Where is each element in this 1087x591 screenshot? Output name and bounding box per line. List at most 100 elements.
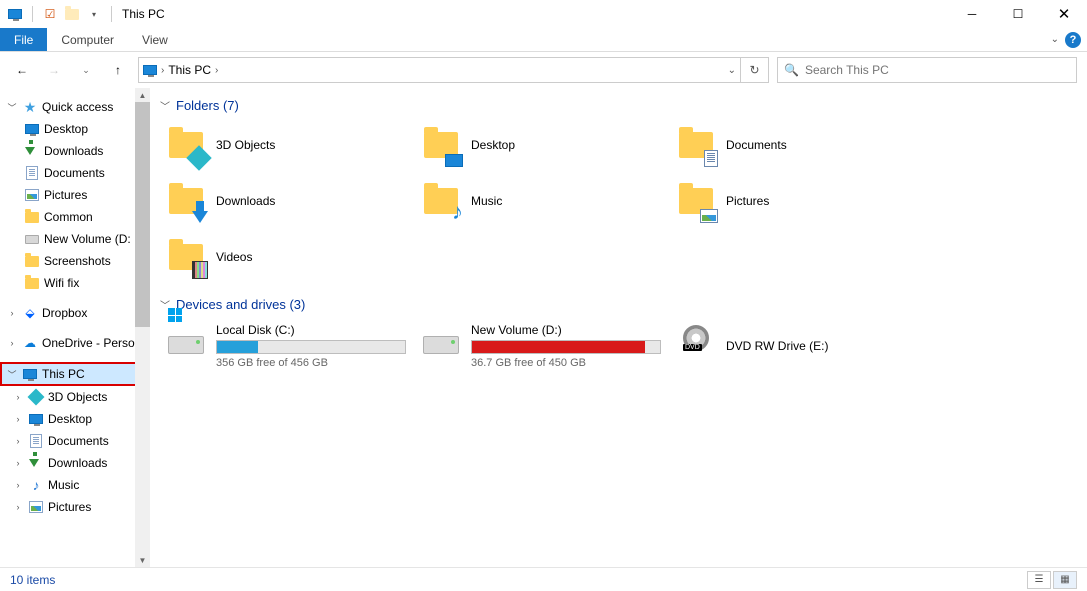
back-button[interactable]: ← bbox=[10, 58, 34, 82]
search-input[interactable] bbox=[805, 63, 1070, 77]
capacity-bar bbox=[216, 340, 406, 354]
chevron-down-icon[interactable]: ﹀ bbox=[6, 101, 18, 114]
folders-group-header[interactable]: ﹀ Folders (7) bbox=[160, 98, 1087, 113]
sidebar-item-common[interactable]: Common bbox=[0, 206, 150, 228]
sidebar-item-label: Downloads bbox=[44, 144, 103, 158]
folder-icon bbox=[24, 253, 40, 269]
help-icon[interactable]: ? bbox=[1065, 32, 1081, 48]
ribbon-expand-icon[interactable]: ⌄ bbox=[1051, 34, 1059, 45]
chevron-right-icon[interactable]: › bbox=[12, 480, 24, 490]
up-button[interactable]: ↑ bbox=[106, 58, 130, 82]
sidebar-item-label: Desktop bbox=[48, 412, 92, 426]
chevron-right-icon[interactable]: › bbox=[12, 414, 24, 424]
close-button[interactable]: ✕ bbox=[1041, 0, 1087, 28]
sidebar-item-downloads[interactable]: › Downloads bbox=[0, 452, 150, 474]
folder-tile-pictures[interactable]: Pictures bbox=[670, 173, 925, 229]
toolbar-separator bbox=[111, 6, 112, 22]
drive-tile-dvd-rw-drive-e-[interactable]: DVDDVD RW Drive (E:) bbox=[670, 316, 925, 376]
sidebar-item-screenshots[interactable]: Screenshots bbox=[0, 250, 150, 272]
folder-tile-music[interactable]: ♪Music bbox=[415, 173, 670, 229]
refresh-button[interactable]: ↻ bbox=[741, 57, 769, 83]
folder-icon bbox=[166, 181, 206, 221]
sidebar-item-pictures[interactable]: Pictures⚲ bbox=[0, 184, 150, 206]
sidebar-dropbox[interactable]: › ⬙ Dropbox bbox=[0, 302, 150, 324]
quick-access-toolbar: ☑ ▾ bbox=[6, 5, 116, 23]
chevron-right-icon[interactable]: › bbox=[215, 65, 218, 76]
sidebar-item-label: Music bbox=[48, 478, 79, 492]
search-box[interactable]: 🔍 bbox=[777, 57, 1077, 83]
tab-file[interactable]: File bbox=[0, 28, 47, 51]
address-dropdown-icon[interactable]: ⌄ bbox=[728, 65, 736, 76]
sidebar-item-new-volume-d-[interactable]: New Volume (D: bbox=[0, 228, 150, 250]
sidebar-quick-access[interactable]: ﹀ ★ Quick access bbox=[0, 96, 150, 118]
sidebar-item-desktop[interactable]: Desktop⚲ bbox=[0, 118, 150, 140]
onedrive-icon: ☁ bbox=[22, 335, 38, 351]
recent-locations-button[interactable]: ⌄ bbox=[74, 58, 98, 82]
sidebar-item-3d-objects[interactable]: ›3D Objects bbox=[0, 386, 150, 408]
section-title: Folders (7) bbox=[176, 98, 239, 113]
chevron-right-icon[interactable]: › bbox=[12, 392, 24, 402]
monitor-icon bbox=[28, 411, 44, 427]
drive-tile-local-disk-c-[interactable]: Local Disk (C:) 356 GB free of 456 GB bbox=[160, 316, 415, 376]
folder-icon bbox=[24, 209, 40, 225]
tab-computer[interactable]: Computer bbox=[47, 28, 128, 51]
this-pc-icon bbox=[22, 366, 38, 382]
sidebar-item-label: Downloads bbox=[48, 456, 107, 470]
chevron-down-icon[interactable]: ﹀ bbox=[6, 368, 18, 381]
sidebar-this-pc[interactable]: ﹀ This PC bbox=[0, 362, 150, 386]
qat-properties-icon[interactable]: ☑ bbox=[41, 5, 59, 23]
chevron-right-icon[interactable]: › bbox=[6, 308, 18, 318]
minimize-button[interactable]: ─ bbox=[949, 0, 995, 28]
app-icon[interactable] bbox=[6, 5, 24, 23]
sidebar-item-documents[interactable]: Documents⚲ bbox=[0, 162, 150, 184]
chevron-down-icon[interactable]: ﹀ bbox=[160, 98, 170, 113]
capacity-bar bbox=[471, 340, 661, 354]
scrollbar-thumb[interactable] bbox=[135, 102, 150, 327]
maximize-button[interactable]: ☐ bbox=[995, 0, 1041, 28]
folder-icon bbox=[676, 181, 716, 221]
drive-icon bbox=[24, 231, 40, 247]
folder-tile-3d-objects[interactable]: 3D Objects bbox=[160, 117, 415, 173]
folder-label: Desktop bbox=[471, 138, 515, 152]
chevron-right-icon[interactable]: › bbox=[12, 502, 24, 512]
sidebar-item-label: Desktop bbox=[44, 122, 88, 136]
folder-tile-videos[interactable]: Videos bbox=[160, 229, 415, 285]
sidebar-onedrive[interactable]: › ☁ OneDrive - Person bbox=[0, 332, 150, 354]
ribbon-tabs: File Computer View ⌄ ? bbox=[0, 28, 1087, 52]
qat-customize-icon[interactable]: ▾ bbox=[85, 5, 103, 23]
qat-new-folder-icon[interactable] bbox=[63, 5, 81, 23]
drives-group-header[interactable]: ﹀ Devices and drives (3) bbox=[160, 297, 1087, 312]
folder-tile-downloads[interactable]: Downloads bbox=[160, 173, 415, 229]
this-pc-icon bbox=[143, 65, 157, 75]
dropbox-icon: ⬙ bbox=[22, 305, 38, 321]
address-bar[interactable]: › This PC › ⌄ bbox=[138, 57, 741, 83]
sidebar-item-desktop[interactable]: › Desktop bbox=[0, 408, 150, 430]
scroll-down-icon[interactable]: ▼ bbox=[135, 553, 150, 567]
sidebar-item-wifi-fix[interactable]: Wifi fix bbox=[0, 272, 150, 294]
content-pane: ﹀ Folders (7) 3D Objects Desktop Documents… bbox=[150, 88, 1087, 567]
folder-tile-desktop[interactable]: Desktop bbox=[415, 117, 670, 173]
chevron-right-icon[interactable]: › bbox=[12, 436, 24, 446]
tab-view[interactable]: View bbox=[128, 28, 182, 51]
folder-tile-documents[interactable]: Documents bbox=[670, 117, 925, 173]
sidebar-item-music[interactable]: › ♪ Music bbox=[0, 474, 150, 496]
view-tiles-button[interactable]: ▦ bbox=[1053, 571, 1077, 589]
sidebar-item-documents[interactable]: ›Documents bbox=[0, 430, 150, 452]
chevron-right-icon[interactable]: › bbox=[6, 338, 18, 348]
drive-tile-new-volume-d-[interactable]: New Volume (D:)36.7 GB free of 450 GB bbox=[415, 316, 670, 376]
breadcrumb-segment[interactable]: This PC bbox=[168, 63, 211, 77]
view-details-button[interactable]: ☰ bbox=[1027, 571, 1051, 589]
sidebar-item-downloads[interactable]: Downloads⚲ bbox=[0, 140, 150, 162]
sidebar-item-pictures[interactable]: › Pictures bbox=[0, 496, 150, 518]
chevron-right-icon[interactable]: › bbox=[12, 458, 24, 468]
pic-icon bbox=[28, 499, 44, 515]
music-icon: ♪ bbox=[28, 477, 44, 493]
forward-button[interactable]: → bbox=[42, 58, 66, 82]
arrowdn-icon bbox=[28, 455, 44, 471]
navigation-pane: ﹀ ★ Quick access Desktop⚲Downloads⚲Docum… bbox=[0, 88, 150, 567]
drive-label: Local Disk (C:) bbox=[216, 323, 406, 337]
drive-free-text: 356 GB free of 456 GB bbox=[216, 357, 406, 369]
scroll-up-icon[interactable]: ▲ bbox=[135, 88, 150, 102]
folder-icon bbox=[166, 237, 206, 277]
sidebar-item-label: Pictures bbox=[48, 500, 91, 514]
